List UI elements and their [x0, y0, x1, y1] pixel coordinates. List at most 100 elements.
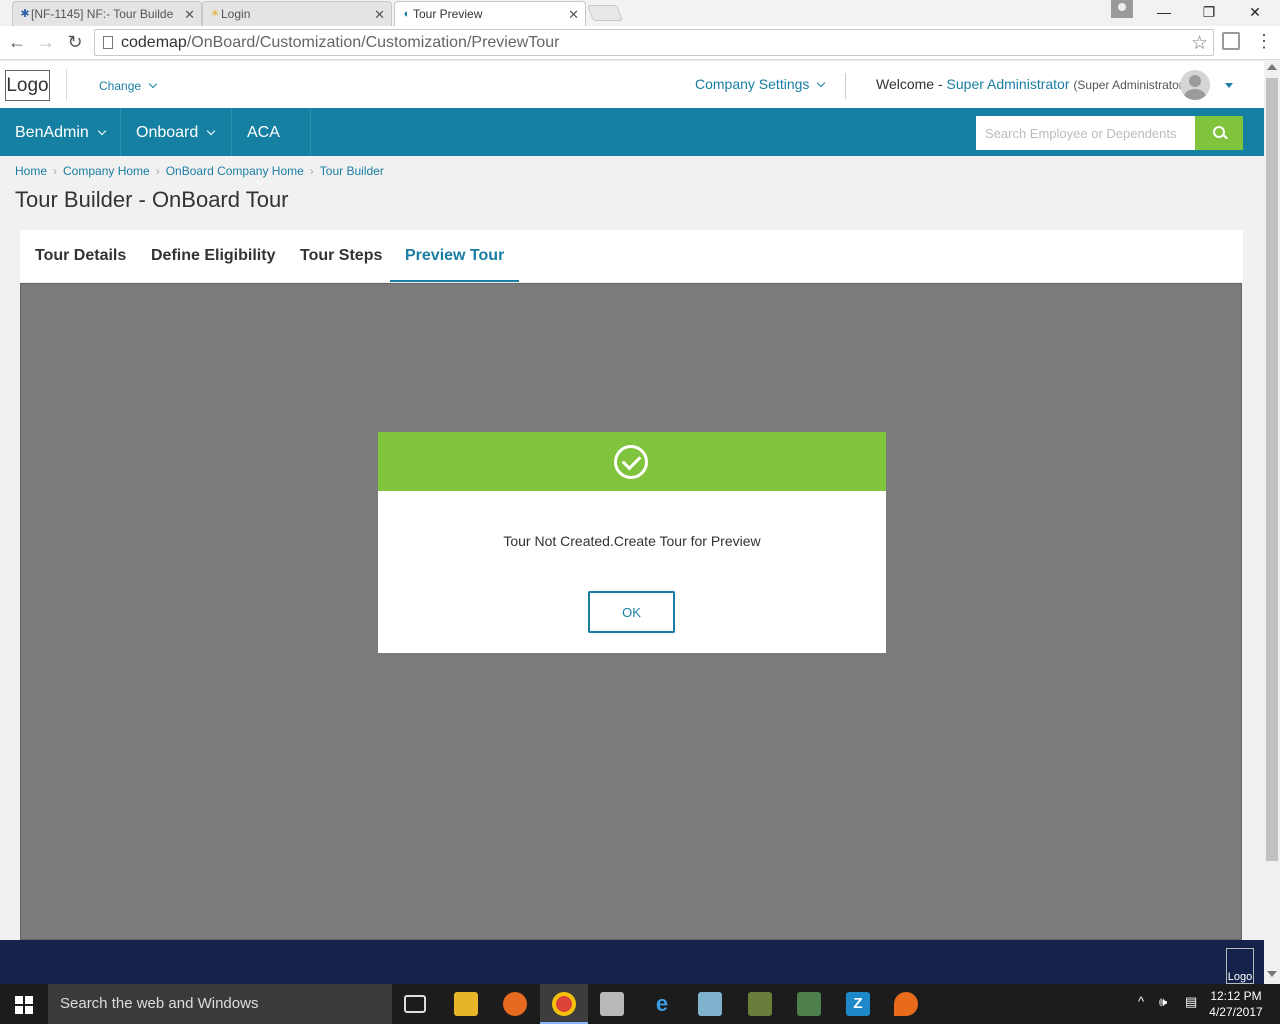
back-icon[interactable]: ←	[6, 32, 28, 53]
chevron-down-icon	[148, 79, 158, 89]
firefox-icon[interactable]	[503, 992, 527, 1016]
nav-item-benadmin[interactable]: BenAdmin	[0, 108, 121, 156]
scroll-down-arrow-icon[interactable]	[1267, 971, 1277, 977]
welcome-text: Welcome - Super Administrator (Super Adm…	[876, 76, 1187, 92]
chevron-down-icon	[97, 126, 107, 136]
app-icon: ◐	[403, 8, 411, 20]
logo[interactable]: Logo	[5, 70, 50, 101]
caret-down-icon[interactable]	[1225, 83, 1233, 88]
close-icon[interactable]: ✕	[184, 7, 195, 23]
employee-search-input[interactable]	[976, 116, 1196, 150]
url-host: codemap	[121, 34, 187, 51]
tour-tabs: Tour Details Define Eligibility Tour Ste…	[20, 230, 1243, 282]
reload-icon[interactable]: ↻	[64, 32, 86, 53]
username-link[interactable]: Super Administrator	[947, 76, 1070, 92]
main-nav: BenAdmin Onboard ACA	[0, 108, 1264, 186]
bookmark-star-icon[interactable]: ☆	[1191, 32, 1208, 55]
app-icon[interactable]	[698, 992, 722, 1016]
change-label: Change	[99, 79, 142, 93]
breadcrumb-separator: ›	[53, 164, 58, 178]
change-dropdown[interactable]: Change	[99, 79, 158, 93]
restore-icon[interactable]: ❐	[1189, 0, 1229, 24]
close-icon[interactable]: ✕	[568, 7, 579, 23]
app-header: Logo Change Company Settings Welcome - S…	[0, 61, 1264, 108]
page-footer: Logo	[0, 940, 1264, 984]
avatar[interactable]	[1180, 70, 1210, 100]
address-bar: ← → ↻ codemap/OnBoard/Customization/Cust…	[0, 26, 1280, 60]
breadcrumb-home[interactable]: Home	[15, 164, 47, 178]
volume-icon[interactable]: 🕪	[1159, 994, 1167, 1010]
nav-label: ACA	[247, 124, 280, 141]
system-clock[interactable]: 12:12 PM 4/27/2017	[1208, 988, 1264, 1020]
browser-tab-tour-preview[interactable]: ◐ Tour Preview ✕	[394, 1, 586, 26]
breadcrumb-separator: ›	[155, 164, 160, 178]
browser-tab-login[interactable]: ☀ Login ✕	[202, 1, 392, 26]
user-role: (Super Administrator)	[1073, 78, 1187, 92]
clock-date: 4/27/2017	[1209, 1005, 1263, 1019]
sun-icon: ☀	[210, 8, 220, 20]
scroll-up-arrow-icon[interactable]	[1267, 64, 1277, 70]
breadcrumb-separator: ›	[309, 164, 314, 178]
taskbar-search-field[interactable]: Search the web and Windows	[48, 984, 392, 1024]
tab-tour-steps[interactable]: Tour Steps	[300, 230, 382, 282]
window-close-icon[interactable]: ✕	[1235, 0, 1275, 24]
forward-icon[interactable]: →	[35, 32, 57, 53]
check-circle-icon	[614, 445, 648, 479]
task-view-icon[interactable]	[404, 995, 426, 1013]
notification-icon[interactable]: ▤	[1185, 994, 1197, 1010]
tab-preview-tour[interactable]: Preview Tour	[390, 230, 520, 282]
breadcrumb-tour-builder[interactable]: Tour Builder	[320, 164, 384, 178]
alert-dialog: Tour Not Created.Create Tour for Preview…	[378, 432, 886, 653]
url-field[interactable]: codemap/OnBoard/Customization/Customizat…	[94, 29, 1214, 56]
extension-icon[interactable]	[1222, 32, 1240, 50]
windows-start-icon[interactable]	[15, 996, 33, 1014]
chevron-down-icon	[817, 78, 826, 88]
nav-label: Onboard	[136, 124, 199, 141]
flame-app-icon[interactable]	[894, 992, 918, 1016]
browser-profile-icon[interactable]	[1111, 0, 1133, 18]
page-title: Tour Builder - OnBoard Tour	[15, 187, 289, 212]
clock-time: 12:12 PM	[1210, 989, 1262, 1003]
browser-tab-title: Login	[221, 7, 251, 21]
tab-define-eligibility[interactable]: Define Eligibility	[151, 230, 275, 282]
search-button[interactable]	[1195, 116, 1243, 150]
company-settings-dropdown[interactable]: Company Settings	[695, 76, 826, 92]
tray-chevron-up-icon[interactable]: ^	[1138, 994, 1144, 1009]
divider	[66, 69, 67, 101]
breadcrumb-onboard-company-home[interactable]: OnBoard Company Home	[166, 164, 304, 178]
nav-label: BenAdmin	[15, 124, 89, 141]
breadcrumb-company-home[interactable]: Company Home	[63, 164, 150, 178]
chevron-down-icon	[207, 126, 216, 136]
browser-tab-title: [NF-1145] NF:- Tour Builde	[31, 7, 174, 21]
nav-item-aca[interactable]: ACA	[232, 108, 311, 186]
tab-tour-details[interactable]: Tour Details	[35, 230, 126, 282]
tools-icon[interactable]	[748, 992, 772, 1016]
new-tab-button[interactable]	[587, 5, 623, 21]
footer-logo: Logo	[1226, 948, 1254, 984]
divider	[845, 73, 846, 99]
nav-item-onboard[interactable]: Onboard	[121, 108, 232, 156]
breadcrumb: Home › Company Home › OnBoard Company Home…	[15, 164, 384, 178]
ok-button[interactable]: OK	[588, 591, 675, 633]
minimize-icon[interactable]: —	[1144, 0, 1184, 24]
jira-icon: ✱	[20, 8, 30, 20]
close-icon[interactable]: ✕	[374, 7, 385, 23]
z-app-icon[interactable]: Z	[846, 992, 870, 1016]
url-path: /OnBoard/Customization/Customization/Pre…	[186, 34, 560, 51]
paint-icon[interactable]	[600, 992, 624, 1016]
url-text: codemap/OnBoard/Customization/Customizat…	[121, 34, 559, 52]
browser-tab-jira[interactable]: ✱ [NF-1145] NF:- Tour Builde ✕	[12, 1, 202, 26]
calculator-icon[interactable]	[797, 992, 821, 1016]
taskbar: Search the web and Windows e Z ^ 🕪 ▤ 12:…	[0, 984, 1280, 1024]
file-explorer-icon[interactable]	[454, 992, 478, 1016]
company-settings-label: Company Settings	[695, 76, 810, 92]
internet-explorer-icon[interactable]: e	[650, 992, 674, 1016]
dialog-message: Tour Not Created.Create Tour for Preview	[503, 533, 761, 549]
chrome-icon[interactable]	[552, 992, 576, 1016]
scrollbar-thumb[interactable]	[1266, 78, 1278, 861]
chevron-down-icon	[255, 176, 265, 186]
browser-tabstrip: ✱ [NF-1145] NF:- Tour Builde ✕ ☀ Login ✕…	[0, 0, 1280, 26]
browser-tab-title: Tour Preview	[413, 7, 483, 21]
welcome-label: Welcome -	[876, 76, 943, 92]
browser-menu-icon[interactable]: ⋮	[1255, 31, 1273, 52]
